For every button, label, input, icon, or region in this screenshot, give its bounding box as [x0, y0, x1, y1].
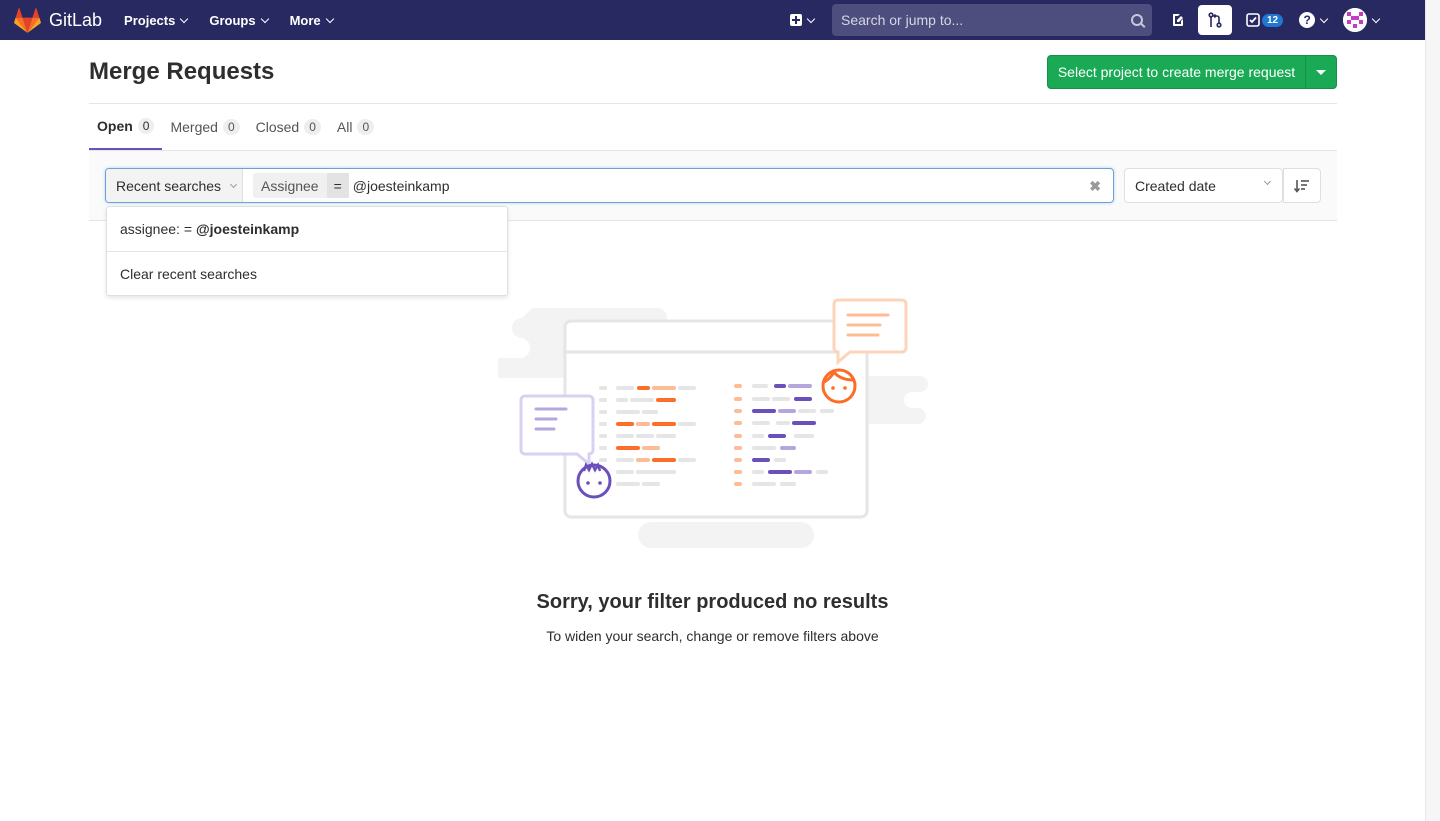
nav-more-label: More: [289, 12, 321, 28]
issues-button[interactable]: [1170, 5, 1186, 35]
nav-groups-dropdown[interactable]: Groups: [209, 12, 269, 28]
tab-all[interactable]: All 0: [329, 104, 382, 150]
issues-icon: [1173, 14, 1183, 26]
token-name: Assignee: [253, 173, 327, 198]
clear-search-icon[interactable]: ✖: [1089, 178, 1101, 195]
empty-state-illustration: [498, 298, 928, 548]
empty-state-title: Sorry, your filter produced no results: [536, 591, 889, 613]
merge-request-icon: [1208, 12, 1222, 28]
state-tabs: Open 0 Merged 0 Closed 0 All 0: [89, 104, 1337, 151]
page-title: Merge Requests: [89, 58, 275, 85]
plus-square-icon: [790, 14, 802, 26]
create-options-dropdown-toggle[interactable]: [1306, 56, 1336, 88]
tab-label: Open: [97, 118, 133, 134]
brand-name: GitLab: [49, 9, 103, 30]
tab-count-badge: 0: [222, 119, 240, 135]
token-value: @joesteinkamp: [352, 177, 450, 194]
nav-projects-dropdown[interactable]: Projects: [124, 12, 189, 28]
todos-button[interactable]: 12: [1246, 13, 1284, 27]
caret-down-icon: [1316, 69, 1326, 75]
help-icon: ?: [1299, 12, 1316, 28]
chevron-down-icon: [1319, 14, 1329, 23]
filter-token-assignee[interactable]: Assignee = @joesteinkamp: [253, 173, 449, 198]
tab-count-badge: 0: [357, 119, 375, 135]
page-scrollbar[interactable]: [1425, 0, 1440, 821]
tab-label: Merged: [170, 119, 218, 135]
chevron-down-icon: [1263, 177, 1272, 186]
tab-label: All: [336, 119, 353, 135]
sort-direction-button[interactable]: [1283, 168, 1321, 203]
sort-dropdown[interactable]: Created date: [1124, 168, 1283, 203]
recent-search-prefix: assignee: =: [120, 221, 192, 237]
todos-count-badge: 12: [1262, 13, 1284, 27]
global-search: [832, 4, 1152, 36]
empty-state-subtitle: To widen your search, change or remove f…: [546, 628, 879, 644]
search-icon[interactable]: [1131, 14, 1143, 26]
avatar-identicon: [1343, 8, 1368, 32]
clear-recent-label: Clear recent searches: [120, 265, 257, 282]
create-merge-request-split-button: Select project to create merge request: [1047, 55, 1337, 89]
gitlab-logo[interactable]: GitLab: [14, 7, 103, 33]
sort-label: Created date: [1135, 177, 1216, 194]
tab-merged[interactable]: Merged 0: [162, 104, 247, 150]
avatar: [1343, 8, 1368, 32]
chevron-down-icon: [260, 14, 269, 23]
filtered-search-box[interactable]: Recent searches Assignee = @joesteinkamp…: [105, 168, 1114, 203]
nav-more-dropdown[interactable]: More: [289, 12, 334, 28]
gitlab-tanuki-icon: [14, 7, 41, 33]
tab-count-badge: 0: [137, 118, 155, 134]
tab-count-badge: 0: [304, 119, 321, 135]
select-project-button[interactable]: Select project to create merge request: [1048, 56, 1306, 88]
nav-groups-label: Groups: [209, 12, 256, 28]
tab-open[interactable]: Open 0: [89, 104, 163, 150]
nav-projects-label: Projects: [124, 12, 176, 28]
token-operator: =: [326, 173, 349, 198]
chevron-down-icon: [806, 14, 816, 23]
tab-closed[interactable]: Closed 0: [248, 104, 329, 150]
user-menu-dropdown[interactable]: [1343, 5, 1381, 35]
chevron-down-icon: [1371, 14, 1381, 23]
chevron-down-icon: [325, 14, 334, 23]
tab-label: Closed: [255, 119, 300, 135]
clear-recent-searches-item[interactable]: Clear recent searches: [107, 251, 507, 295]
chevron-down-icon: [180, 14, 189, 23]
recent-searches-menu: assignee: = @joesteinkamp Clear recent s…: [106, 206, 508, 296]
todo-check-icon: [1246, 13, 1260, 27]
merge-requests-button[interactable]: [1198, 5, 1232, 35]
nav-right-group: 12 ?: [790, 0, 1381, 40]
new-item-dropdown[interactable]: [790, 14, 816, 26]
recent-search-item[interactable]: assignee: = @joesteinkamp: [107, 207, 507, 251]
help-dropdown[interactable]: ?: [1299, 5, 1329, 35]
search-input[interactable]: [841, 12, 1131, 28]
sort-lowest-icon: [1294, 179, 1309, 193]
recent-searches-label: Recent searches: [116, 177, 222, 194]
recent-search-value: @joesteinkamp: [196, 221, 300, 237]
recent-searches-dropdown-toggle[interactable]: Recent searches: [106, 169, 243, 202]
chevron-down-icon: [230, 180, 238, 188]
top-navbar: GitLab Projects Groups More Search or ju…: [0, 0, 1425, 40]
